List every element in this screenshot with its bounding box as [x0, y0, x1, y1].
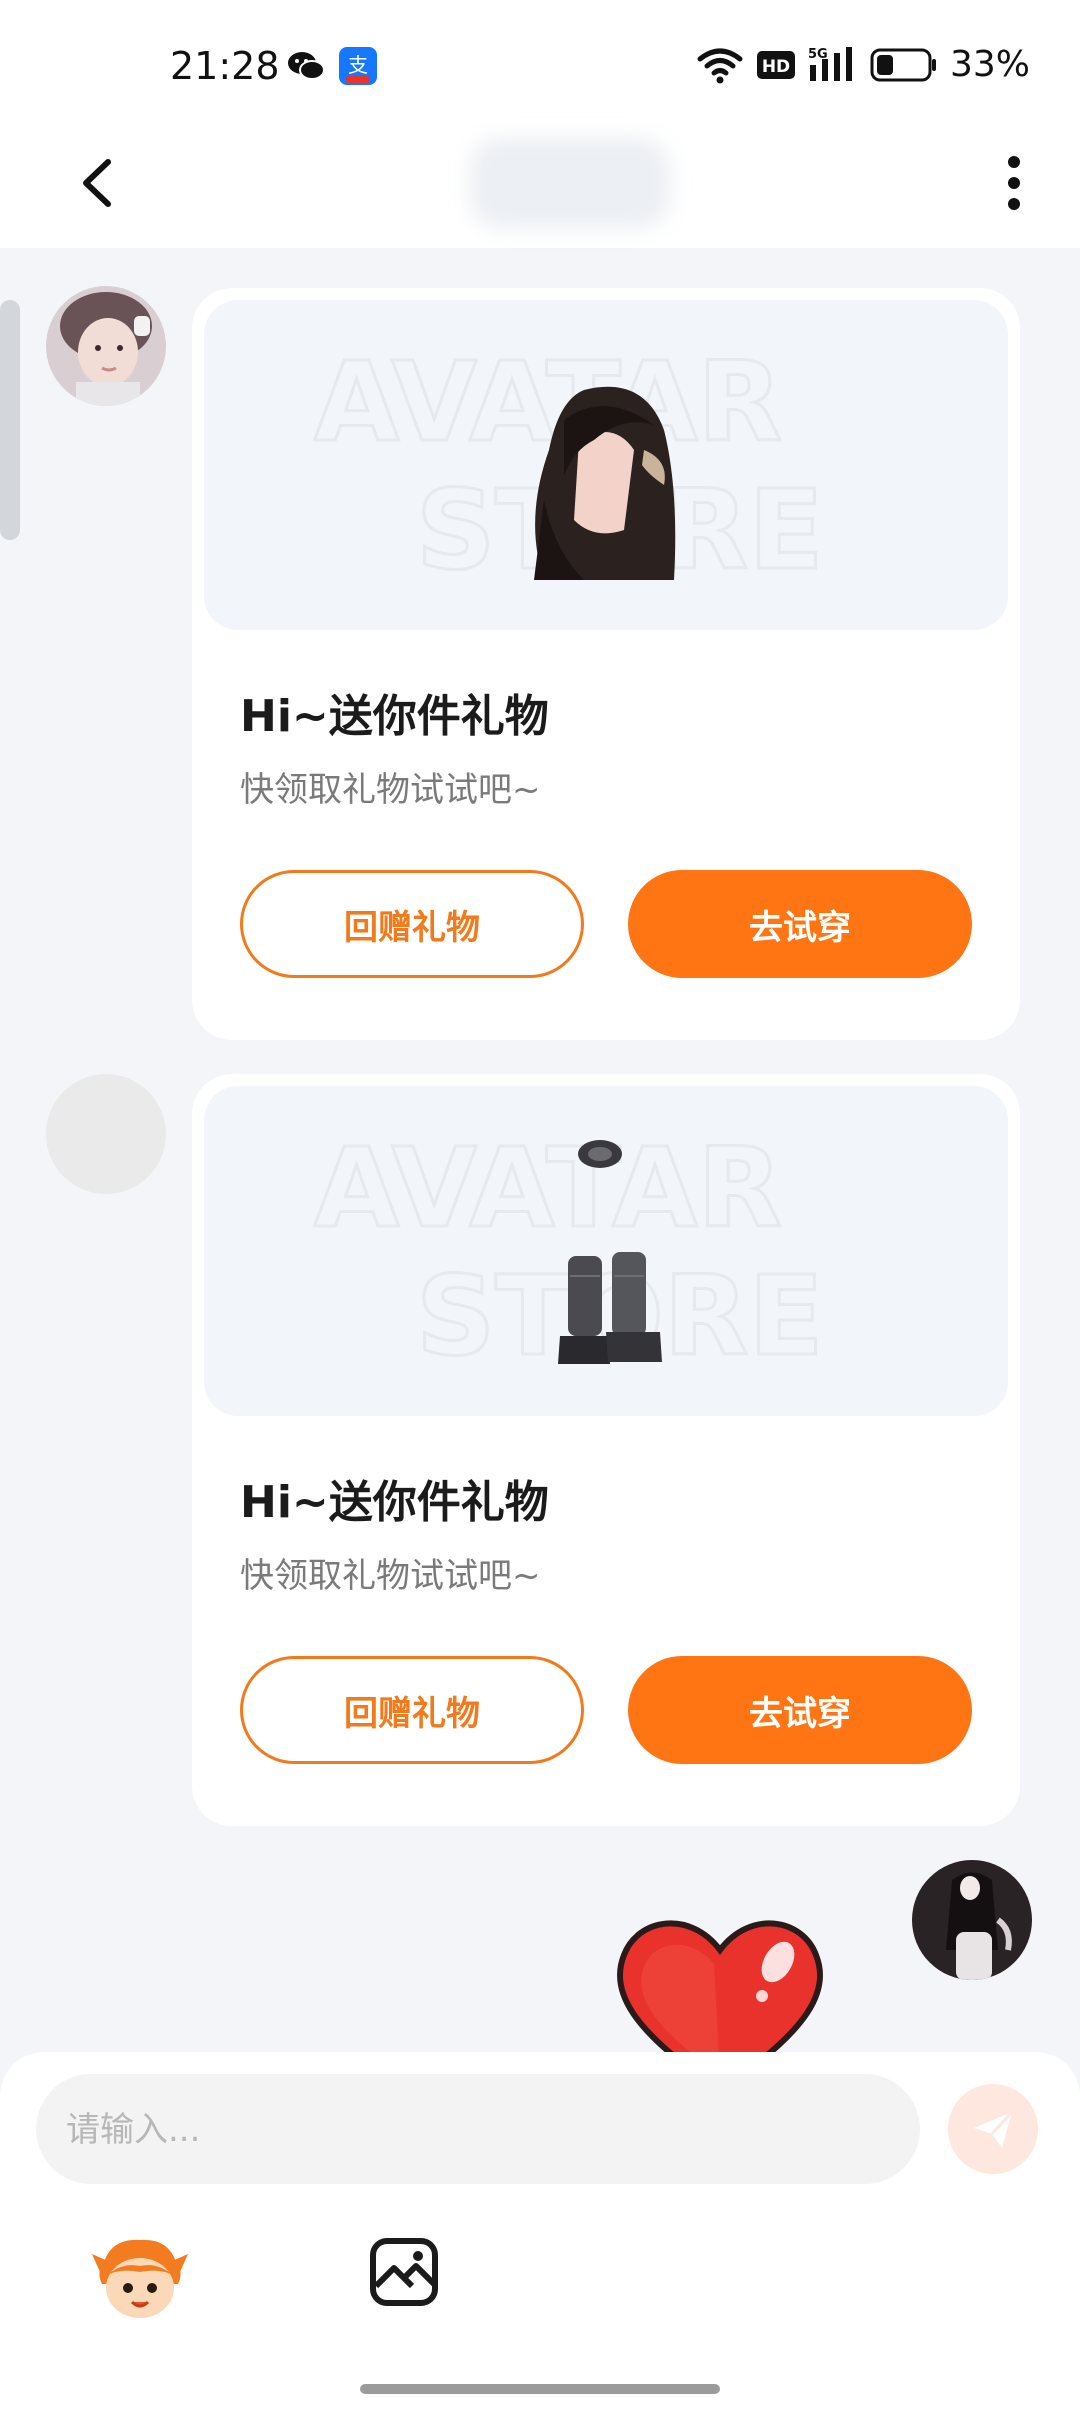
alipay-icon: 支: [339, 47, 377, 85]
status-bar: 21:28 支 HD 5G 33%: [0, 0, 1080, 130]
boots-item-image: [558, 1252, 662, 1364]
svg-text:AVATAR: AVATAR: [314, 1124, 782, 1252]
try-on-button[interactable]: 去试穿: [628, 870, 972, 978]
emoji-mascot-icon[interactable]: [92, 2232, 188, 2328]
hair-tie-item-image: [578, 1140, 622, 1168]
gift-title: Hi~送你件礼物: [240, 691, 549, 742]
chat-title-blurred: [470, 138, 670, 228]
battery-percent: 33%: [949, 44, 1030, 85]
sender-avatar[interactable]: [46, 286, 166, 406]
back-arrow-icon[interactable]: [70, 148, 130, 218]
message-input[interactable]: [36, 2074, 888, 2186]
scrollbar[interactable]: [0, 300, 20, 540]
gift-card: AVATAR STORE Hi~送你件礼物 快领取礼物试试吧~ 回赠礼物 去试穿: [192, 1074, 1020, 1826]
gift-subtitle: 快领取礼物试试吧~: [240, 770, 541, 810]
more-vertical-icon[interactable]: [994, 148, 1034, 218]
try-on-button[interactable]: 去试穿: [628, 1656, 972, 1764]
sender-avatar-placeholder[interactable]: [46, 1074, 166, 1194]
hair-item-image: [534, 386, 676, 580]
my-avatar[interactable]: [912, 1860, 1032, 1980]
hd-icon: HD: [756, 50, 795, 79]
battery-icon: [870, 48, 936, 81]
input-panel: [0, 2052, 1080, 2412]
signal-5g-icon: 5G: [808, 46, 852, 81]
gift-preview: AVATAR STORE: [204, 300, 1008, 630]
wifi-icon: [697, 48, 743, 83]
svg-text:HD: HD: [762, 57, 790, 77]
gift-preview: AVATAR STORE: [204, 1086, 1008, 1416]
svg-text:支: 支: [348, 53, 368, 77]
return-gift-button[interactable]: 回赠礼物: [240, 870, 584, 978]
return-gift-button[interactable]: 回赠礼物: [240, 1656, 584, 1764]
home-indicator[interactable]: [360, 2384, 720, 2394]
send-button[interactable]: [948, 2084, 1038, 2174]
status-time: 21:28: [170, 44, 280, 88]
message-input-container[interactable]: [36, 2074, 920, 2186]
gift-card: AVATAR STORE Hi~送你件礼物 快领取礼物试试吧~ 回赠礼物 去试穿: [192, 288, 1020, 1040]
gift-title: Hi~送你件礼物: [240, 1477, 549, 1528]
gift-subtitle: 快领取礼物试试吧~: [240, 1556, 541, 1596]
wechat-icon: [288, 52, 325, 80]
image-icon[interactable]: [368, 2236, 440, 2308]
nav-bar: [0, 118, 1080, 248]
send-icon: [974, 2110, 1014, 2148]
